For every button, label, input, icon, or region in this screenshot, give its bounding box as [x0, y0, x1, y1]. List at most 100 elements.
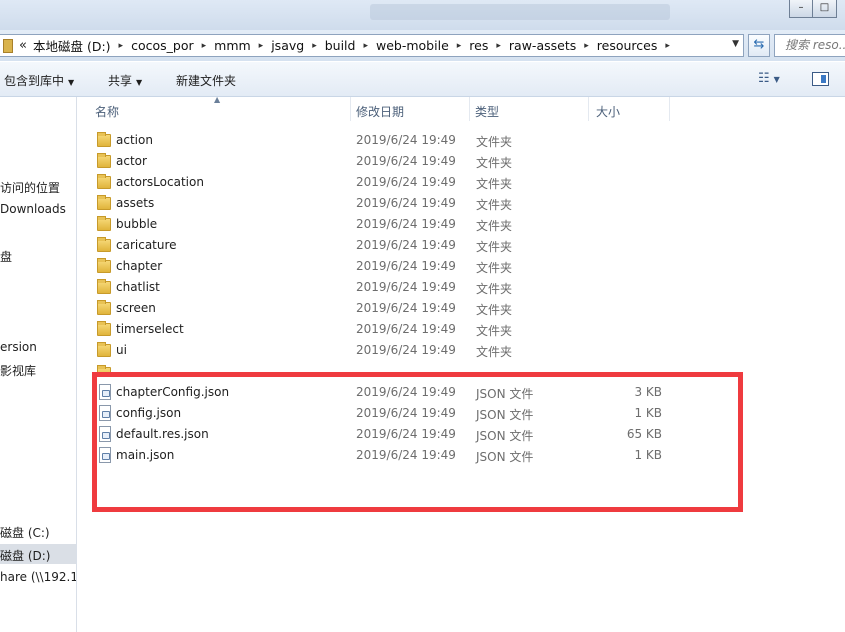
folder-row[interactable]: chapter 2019/6/24 19:49 文件夹: [78, 256, 845, 277]
view-options-button[interactable]: ☷ ▼: [758, 71, 780, 86]
cell-type: JSON 文件: [476, 429, 534, 443]
breadcrumb-item[interactable]: build: [325, 38, 356, 53]
breadcrumb-item[interactable]: cocos_por: [131, 38, 194, 53]
column-divider[interactable]: [669, 97, 670, 121]
preview-pane-toggle[interactable]: [812, 72, 829, 86]
folder-row[interactable]: bubble 2019/6/24 19:49 文件夹: [78, 214, 845, 235]
nav-item-drive-c[interactable]: 磁盘 (C:): [0, 524, 50, 541]
nav-item-disk[interactable]: 盘: [0, 248, 12, 265]
new-folder-label: 新建文件夹: [176, 74, 237, 88]
breadcrumb-separator-icon[interactable]: ▸: [312, 41, 317, 51]
breadcrumb-item[interactable]: resources: [597, 38, 658, 53]
folder-icon: [97, 216, 111, 231]
address-bar[interactable]: « 本地磁盘 (D:) ▸ cocos_por ▸ mmm ▸ jsavg ▸ build ▸ we…: [0, 34, 744, 57]
cell-name: config.json: [116, 406, 182, 420]
cell-type: 文件夹: [476, 240, 513, 254]
overflow-chevron[interactable]: «: [19, 38, 27, 53]
breadcrumb-item[interactable]: raw-assets: [509, 38, 576, 53]
folder-row[interactable]: chatlist 2019/6/24 19:49 文件夹: [78, 277, 845, 298]
cell-type: 文件夹: [476, 345, 513, 359]
sort-ascending-icon: ▲: [214, 95, 221, 104]
folder-icon: [97, 365, 111, 373]
cell-size: 1 KB: [634, 406, 662, 420]
column-name[interactable]: 名称: [95, 103, 119, 120]
search-input[interactable]: 搜索 reso...: [774, 34, 845, 57]
cell-name: timerselect: [116, 322, 184, 336]
breadcrumb-separator-icon[interactable]: ▸: [202, 41, 207, 51]
nav-item-video-library[interactable]: 影视库: [0, 362, 36, 379]
column-divider[interactable]: [350, 97, 351, 121]
breadcrumb-separator-icon[interactable]: ▸: [119, 41, 124, 51]
nav-item-network-share[interactable]: hare (\\192.16: [0, 570, 76, 584]
breadcrumb-separator-icon[interactable]: ▸: [457, 41, 462, 51]
cell-name: chapter: [116, 259, 163, 273]
breadcrumb-separator-icon[interactable]: ▸: [584, 41, 589, 51]
folder-location-icon: [3, 38, 13, 53]
maximize-button[interactable]: □: [813, 0, 837, 18]
folder-icon: [97, 153, 111, 168]
chevron-down-icon: ▼: [68, 78, 75, 87]
breadcrumb-separator-icon[interactable]: ▸: [259, 41, 264, 51]
cell-type: 文件夹: [476, 219, 513, 233]
breadcrumb-separator-icon[interactable]: ▸: [363, 41, 368, 51]
column-divider[interactable]: [469, 97, 470, 121]
nav-item-version[interactable]: ersion: [0, 340, 37, 354]
breadcrumb-item[interactable]: web-mobile: [376, 38, 449, 53]
folder-row[interactable]: screen 2019/6/24 19:49 文件夹: [78, 298, 845, 319]
breadcrumb-item[interactable]: res: [469, 38, 488, 53]
nav-item-recent-places[interactable]: 访问的位置: [0, 179, 60, 196]
navigation-pane: 访问的位置 Downloads 盘 ersion 影视库 磁盘 (C:) 磁盘 …: [0, 97, 77, 632]
address-dropdown-icon[interactable]: ▼: [732, 39, 739, 49]
cell-date: 2019/6/24 19:49: [356, 133, 456, 147]
file-row[interactable]: default.res.json 2019/6/24 19:49 JSON 文件 65…: [78, 424, 845, 445]
file-row[interactable]: main.json 2019/6/24 19:49 JSON 文件 1 KB: [78, 445, 845, 466]
title-bar: – □: [0, 0, 845, 30]
folder-icon: [97, 237, 111, 252]
file-row[interactable]: config.json 2019/6/24 19:49 JSON 文件 1 KB: [78, 403, 845, 424]
refresh-button[interactable]: ⇆: [748, 34, 770, 57]
json-file-icon: [99, 405, 111, 421]
include-in-library-button[interactable]: 包含到库中 ▼: [4, 72, 74, 89]
breadcrumb-item[interactable]: 本地磁盘 (D:): [33, 36, 111, 55]
window-controls: – □: [789, 0, 837, 18]
json-file-icon: [99, 384, 111, 400]
folder-row[interactable]: ui 2019/6/24 19:49 文件夹: [78, 340, 845, 361]
cell-date: 2019/6/24 19:49: [356, 427, 456, 441]
folder-icon: [97, 342, 111, 357]
share-label: 共享: [108, 74, 133, 88]
cell-type: 文件夹: [476, 303, 513, 317]
minimize-button[interactable]: –: [789, 0, 813, 18]
cell-name: caricature: [116, 238, 177, 252]
folder-row[interactable]: caricature 2019/6/24 19:49 文件夹: [78, 235, 845, 256]
cell-type: 文件夹: [476, 198, 513, 212]
cell-date: 2019/6/24 19:49: [356, 175, 456, 189]
folder-row[interactable]: timerselect 2019/6/24 19:49 文件夹: [78, 319, 845, 340]
folder-row[interactable]: assets 2019/6/24 19:49 文件夹: [78, 193, 845, 214]
cell-name: screen: [116, 301, 156, 315]
nav-item-drive-d[interactable]: 磁盘 (D:): [0, 544, 76, 564]
cell-date: 2019/6/24 19:49: [356, 406, 456, 420]
cell-type: 文件夹: [476, 261, 513, 275]
folder-row[interactable]: actorsLocation 2019/6/24 19:49 文件夹: [78, 172, 845, 193]
cell-date: 2019/6/24 19:49: [356, 301, 456, 315]
breadcrumb-item[interactable]: mmm: [214, 38, 251, 53]
folder-row[interactable]: action 2019/6/24 19:49 文件夹: [78, 130, 845, 151]
breadcrumb-separator-icon[interactable]: ▸: [496, 41, 501, 51]
column-type[interactable]: 类型: [475, 103, 499, 120]
column-size[interactable]: 大小: [596, 103, 620, 120]
cell-type: 文件夹: [476, 282, 513, 296]
folder-row[interactable]: actor 2019/6/24 19:49 文件夹: [78, 151, 845, 172]
cell-type: 文件夹: [476, 324, 513, 338]
cell-type: JSON 文件: [476, 450, 534, 464]
file-row[interactable]: chapterConfig.json 2019/6/24 19:49 JSON 文件…: [78, 382, 845, 403]
cell-size: 3 KB: [634, 385, 662, 399]
breadcrumb-item[interactable]: jsavg: [271, 38, 304, 53]
nav-item-downloads[interactable]: Downloads: [0, 202, 66, 216]
cell-date: 2019/6/24 19:49: [356, 322, 456, 336]
new-folder-button[interactable]: 新建文件夹: [176, 72, 236, 89]
folder-icon: [97, 195, 111, 210]
column-date[interactable]: 修改日期: [356, 103, 404, 120]
share-button[interactable]: 共享 ▼: [108, 72, 142, 89]
breadcrumb-separator-icon[interactable]: ▸: [665, 41, 670, 51]
column-divider[interactable]: [588, 97, 589, 121]
